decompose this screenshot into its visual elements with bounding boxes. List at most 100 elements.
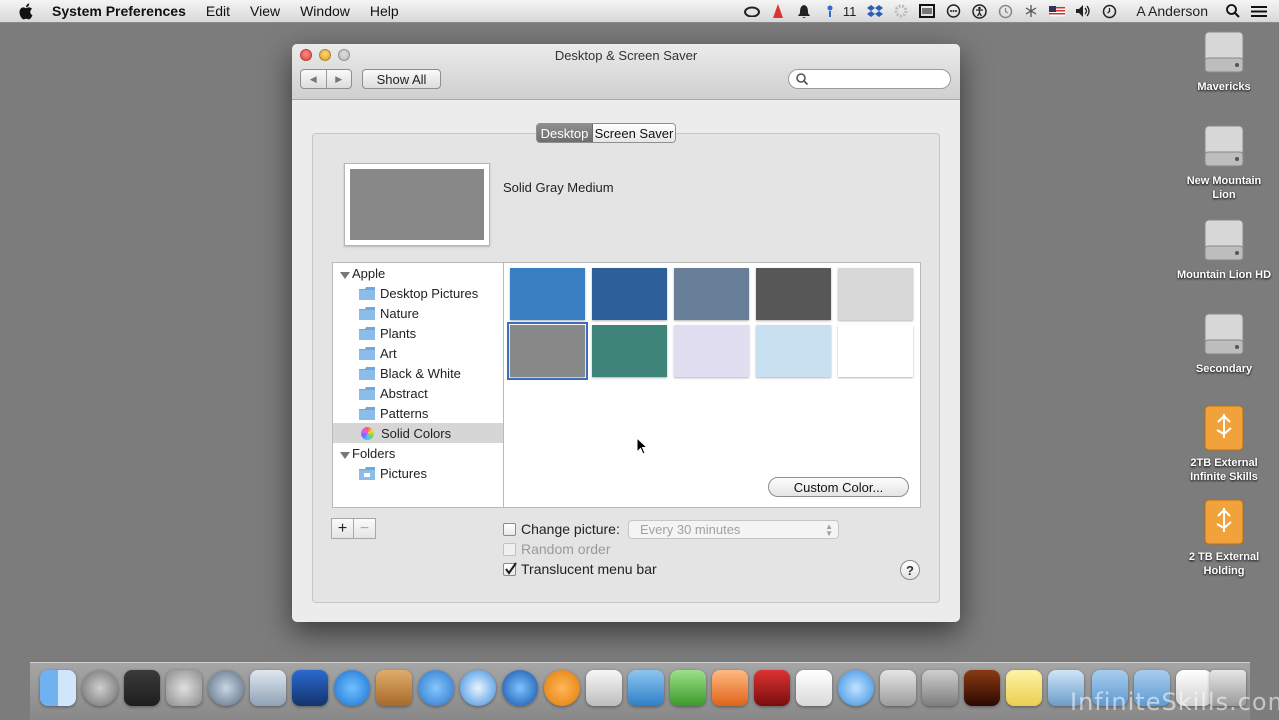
app-store-icon[interactable] xyxy=(334,670,370,706)
calendar-icon[interactable] xyxy=(796,670,832,706)
search-field[interactable] xyxy=(788,69,951,89)
color-tile[interactable] xyxy=(507,322,588,380)
color-tile[interactable] xyxy=(838,325,913,377)
clock-icon[interactable] xyxy=(1101,3,1117,19)
color-tile[interactable] xyxy=(674,268,749,320)
color-tile[interactable] xyxy=(756,325,831,377)
system-preferences-icon[interactable] xyxy=(166,670,202,706)
powerpoint-icon[interactable] xyxy=(712,670,748,706)
source-item-label: Art xyxy=(380,345,397,361)
disclosure-triangle-icon[interactable] xyxy=(340,268,350,279)
color-tile[interactable] xyxy=(674,325,749,377)
color-tile[interactable] xyxy=(838,268,913,320)
source-item-pictures[interactable]: Pictures xyxy=(333,463,503,483)
source-item-abstract[interactable]: Abstract xyxy=(333,383,503,403)
remove-folder-button[interactable]: − xyxy=(354,519,375,538)
notification-icon[interactable] xyxy=(822,3,838,19)
photo-booth-icon[interactable] xyxy=(124,670,160,706)
change-picture-checkbox[interactable] xyxy=(503,522,516,536)
apple-menu-icon[interactable] xyxy=(16,2,34,20)
tab-screen-saver[interactable]: Screen Saver xyxy=(593,124,675,142)
show-all-button[interactable]: Show All xyxy=(362,69,441,89)
source-item-label: Patterns xyxy=(380,405,429,421)
preview-app-icon[interactable] xyxy=(586,670,622,706)
photobooth-red-icon[interactable] xyxy=(754,670,790,706)
source-item-plants[interactable]: Plants xyxy=(333,323,503,343)
itunes-icon[interactable] xyxy=(502,670,538,706)
flag-icon[interactable] xyxy=(1049,3,1066,19)
desktop-drive-mavericks[interactable]: Mavericks xyxy=(1174,28,1274,94)
disclosure-triangle-icon[interactable] xyxy=(340,448,350,459)
hard-drive-icon xyxy=(1202,216,1246,264)
dock xyxy=(30,662,1250,720)
back-button[interactable]: ◀ xyxy=(301,70,327,88)
color-tile[interactable] xyxy=(510,268,585,320)
color-tile[interactable] xyxy=(592,325,667,377)
contacts-icon[interactable] xyxy=(376,670,412,706)
folder-icon xyxy=(359,386,375,400)
source-group-folders[interactable]: Folders xyxy=(333,443,503,463)
desktop-drive-new-mountain-lion[interactable]: New Mountain Lion xyxy=(1174,122,1274,202)
chat-icon[interactable] xyxy=(945,3,961,19)
source-item-label: Nature xyxy=(380,305,420,321)
font-book-icon[interactable] xyxy=(880,670,916,706)
color-tile[interactable] xyxy=(756,268,831,320)
film-icon[interactable] xyxy=(919,3,936,19)
hard-drive-icon xyxy=(1202,310,1246,358)
gear-icon[interactable] xyxy=(893,3,909,19)
spotlight-search-icon[interactable] xyxy=(1225,3,1241,19)
creative-cloud-icon[interactable] xyxy=(743,3,760,19)
bell-icon[interactable] xyxy=(796,3,812,19)
safari-icon[interactable] xyxy=(460,670,496,706)
menu-app-name[interactable]: System Preferences xyxy=(52,3,186,19)
source-item-nature[interactable]: Nature xyxy=(333,303,503,323)
source-item-desktop-pictures[interactable]: Desktop Pictures xyxy=(333,283,503,303)
disk-utility-icon[interactable] xyxy=(922,670,958,706)
game-icon[interactable] xyxy=(964,670,1000,706)
desktop-drive-secondary[interactable]: Secondary xyxy=(1174,310,1274,376)
source-item-black-white[interactable]: Black & White xyxy=(333,363,503,383)
tab-desktop[interactable]: Desktop xyxy=(537,124,593,142)
menu-window[interactable]: Window xyxy=(300,3,350,19)
flame-icon[interactable] xyxy=(770,3,786,19)
source-item-solid-colors[interactable]: Solid Colors xyxy=(333,423,503,443)
menu-edit[interactable]: Edit xyxy=(206,3,230,19)
accessibility-icon[interactable] xyxy=(971,3,987,19)
volume-icon[interactable] xyxy=(1075,3,1091,19)
color-tile[interactable] xyxy=(592,268,667,320)
word-icon[interactable] xyxy=(628,670,664,706)
search-input[interactable] xyxy=(811,71,945,89)
excel-icon[interactable] xyxy=(670,670,706,706)
messages-icon[interactable] xyxy=(838,670,874,706)
mail-icon[interactable] xyxy=(418,670,454,706)
notification-center-icon[interactable] xyxy=(1251,3,1267,19)
help-button[interactable]: ? xyxy=(900,560,920,580)
movie-icon[interactable] xyxy=(292,670,328,706)
translucent-menu-bar-checkbox[interactable] xyxy=(503,561,517,576)
menu-help[interactable]: Help xyxy=(370,3,399,19)
random-order-checkbox[interactable] xyxy=(503,542,516,556)
custom-color-button[interactable]: Custom Color... xyxy=(768,477,909,497)
desktop-drive-mountain-lion-hd[interactable]: Mountain Lion HD xyxy=(1174,216,1274,282)
time-machine-dock-icon[interactable] xyxy=(208,670,244,706)
window-titlebar: Desktop & Screen Saver ◀ ▶ Show All xyxy=(292,44,960,100)
bluetooth-icon[interactable] xyxy=(1023,3,1039,19)
interval-popup[interactable]: Every 30 minutes ▲ ▼ xyxy=(628,520,839,539)
user-name[interactable]: A Anderson xyxy=(1136,3,1208,19)
camera-icon[interactable] xyxy=(250,670,286,706)
launchpad-icon[interactable] xyxy=(82,670,118,706)
forward-button[interactable]: ▶ xyxy=(327,70,352,88)
desktop-drive-2tb-external-infinite-skills[interactable]: 2TB External Infinite Skills xyxy=(1174,404,1274,484)
folder-icon xyxy=(359,406,375,420)
ibooks-icon[interactable] xyxy=(544,670,580,706)
add-folder-button[interactable]: + xyxy=(332,519,354,538)
notes-icon[interactable] xyxy=(1006,670,1042,706)
dropbox-icon[interactable] xyxy=(867,3,884,19)
menu-view[interactable]: View xyxy=(250,3,280,19)
source-item-art[interactable]: Art xyxy=(333,343,503,363)
finder-icon[interactable] xyxy=(40,670,76,706)
source-group-apple[interactable]: Apple xyxy=(333,263,503,283)
desktop-drive-2-tb-external-holding[interactable]: 2 TB External Holding xyxy=(1174,498,1274,578)
time-machine-icon[interactable] xyxy=(997,3,1013,19)
source-item-patterns[interactable]: Patterns xyxy=(333,403,503,423)
